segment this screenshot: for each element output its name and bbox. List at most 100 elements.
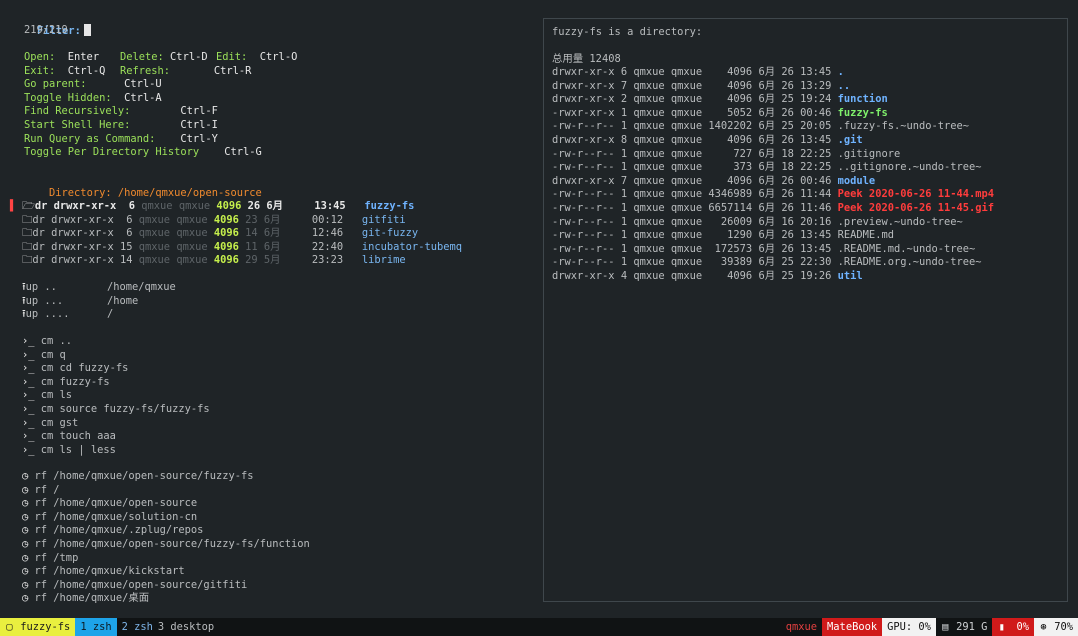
entry-date: 11 6月 [245,240,281,253]
preview-name: .preview.~undo-tree~ [837,215,963,228]
history-command[interactable]: ›_ cm source fuzzy-fs/fuzzy-fs [22,403,210,417]
cpu-usage: ⊛ 70% [1033,618,1078,636]
history-cmd: cm [34,348,60,361]
directory-entry[interactable]: 🗁dr drwxr-xr-x 6 qmxue qmxue 4096 26 6月 … [22,200,414,214]
entry-links: 6 [122,200,142,212]
keybinding-action: Delete: [120,51,164,63]
session-name[interactable]: ▢ fuzzy-fs [0,618,76,636]
entry-mode: dr drwxr-xr-x [32,213,120,226]
recent-cmd: rf [28,524,54,537]
history-arg: touch aaa [59,430,116,443]
preview-meta: -rw-r--r-- 1 qmxue qmxue 727 6月 18 22:25 [552,147,838,160]
preview-row: drwxr-xr-x 6 qmxue qmxue 4096 6月 26 13:4… [552,66,844,80]
preview-name: util [837,270,863,282]
keybinding-action: Exit: [24,64,56,77]
recent-directory[interactable]: ◷ rf /home/qmxue/open-source [22,497,197,511]
entry-name: incubator-tubemq [361,240,462,253]
preview-total: 总用量 12408 [552,53,621,65]
recent-directory[interactable]: ◷ rf /home/qmxue/.zplug/repos [22,524,203,538]
preview-row: -rw-r--r-- 1 qmxue qmxue 39389 6月 25 22:… [552,256,982,270]
history-command[interactable]: ›_ cm ls | less [22,444,116,458]
recent-directory[interactable]: ◷ rf /home/qmxue/open-source/fuzzy-fs/fu… [22,538,310,552]
entry-date: 23 6月 [245,213,281,226]
battery-icon: ▮ [998,621,1006,633]
parent-shortcut[interactable]: ⭱up .... / [22,308,113,322]
directory-entry[interactable]: 🗀dr drwxr-xr-x 15 qmxue qmxue 4096 11 6月… [22,241,462,255]
status-right: qmxue MateBook GPU: 0% ▤ 291 G ▮ 0% ⊛ 70… [781,618,1078,636]
preview-name: fuzzy-fs [837,106,888,119]
preview-name: .README.org.~undo-tree~ [837,256,982,269]
preview-name: Peek 2020-06-26 11-45.gif [837,202,995,214]
recent-directory[interactable]: ◷ rf /home/qmxue/open-source/gitfiti [22,579,247,593]
keybinding-key: Ctrl-A [111,91,162,104]
recent-directory[interactable]: ◷ rf /tmp [22,552,78,566]
recent-directory[interactable]: ◷ rf /home/qmxue/kickstart [22,565,185,579]
preview-meta: -rw-r--r-- 1 qmxue qmxue 172573 6月 26 13… [552,242,838,255]
keybinding-action: Open: [24,51,56,63]
directory-entry[interactable]: 🗀dr drwxr-xr-x 14 qmxue qmxue 4096 29 5月… [22,254,406,268]
preview-row: drwxr-xr-x 4 qmxue qmxue 4096 6月 25 19:2… [552,270,863,284]
recent-directory[interactable]: ◷ rf /home/qmxue/open-source/fuzzy-fs [22,470,253,484]
entry-name: librime [361,254,406,267]
terminal-icon: ›_ [22,430,35,443]
parent-shortcut[interactable]: ⭱up .. /home/qmxue [22,281,176,295]
history-cmd: cm [34,416,60,429]
window-tab-2[interactable]: 2 zsh [117,618,158,636]
keybinding-key: Ctrl-Q [55,64,106,77]
preview-row: drwxr-xr-x 2 qmxue qmxue 4096 6月 25 19:2… [552,93,888,107]
window-tab-1[interactable]: 1 zsh [75,618,117,636]
filter-count: 219/219 [24,24,68,36]
preview-name: ..gitignore.~undo-tree~ [837,161,982,174]
entry-time: 23:23 [280,254,362,267]
filter-prompt[interactable]: Filter: [12,10,91,37]
preview-meta: -rw-r--r-- 1 qmxue qmxue 4346989 6月 26 1… [552,188,838,201]
preview-name: .fuzzy-fs.~undo-tree~ [837,120,970,133]
preview-row: -rwxr-xr-x 1 qmxue qmxue 5052 6月 26 00:4… [552,107,888,121]
parent-shortcut[interactable]: ⭱up ... /home [22,295,138,309]
directory-entry[interactable]: 🗀dr drwxr-xr-x 6 qmxue qmxue 4096 23 6月 … [22,214,406,228]
recent-directory[interactable]: ◷ rf /home/qmxue/桌面 [22,592,149,606]
shortcut-cmd: up [25,281,45,293]
preview-meta: drwxr-xr-x 6 qmxue qmxue 4096 6月 26 13:4… [552,66,838,78]
preview-name: README.md [837,229,894,242]
preview-name: .gitignore [837,147,901,160]
preview-name: .README.md.~undo-tree~ [837,242,976,255]
history-command[interactable]: ›_ cm .. [22,335,72,349]
entry-user: qmxue [141,200,179,212]
history-command[interactable]: ›_ cm fuzzy-fs [22,376,110,390]
preview-meta: -rw-r--r-- 1 qmxue qmxue 6657114 6月 26 1… [552,202,838,214]
entry-user: qmxue [138,227,177,240]
folder-icon: 🗀 [22,213,33,226]
recent-directory[interactable]: ◷ rf / [22,484,60,498]
recent-path: /home/qmxue/.zplug/repos [53,524,204,537]
session-label: fuzzy-fs [20,621,71,633]
preview-name: Peek 2020-06-26 11-44.mp4 [837,188,995,201]
keybinding-action: Start Shell Here: [24,119,131,131]
keybinding-item: Open: Enter [24,51,99,65]
history-command[interactable]: ›_ cm touch aaa [22,430,116,444]
directory-entry[interactable]: 🗀dr drwxr-xr-x 6 qmxue qmxue 4096 14 6月 … [22,227,418,241]
history-arg: cd fuzzy-fs [59,362,129,375]
cpu-value: 70% [1054,621,1073,633]
preview-meta: drwxr-xr-x 7 qmxue qmxue 4096 6月 26 13:2… [552,79,838,92]
recent-cmd: rf [28,470,54,482]
terminal-icon: ›_ [22,335,35,347]
history-arg: fuzzy-fs [59,375,110,388]
keybinding-item: Delete: Ctrl-D [120,51,208,65]
recent-cmd: rf [28,510,54,523]
history-command[interactable]: ›_ cm ls [22,389,72,403]
preview-meta: -rw-r--r-- 1 qmxue qmxue 26009 6月 16 20:… [552,215,838,228]
folder-icon: 🗀 [22,227,33,240]
window-tab-3[interactable]: 3 desktop [158,618,219,636]
history-command[interactable]: ›_ cm gst [22,417,78,431]
recent-directory[interactable]: ◷ rf /home/qmxue/solution-cn [22,511,197,525]
entry-group: qmxue [178,200,217,212]
keybinding-item: Find Recursively: Ctrl-F [24,105,218,119]
keybinding-item: Toggle Per Directory History Ctrl-G [24,146,262,160]
keybinding-action: Run Query as Command: [24,132,156,145]
history-command[interactable]: ›_ cm cd fuzzy-fs [22,362,128,376]
preview-meta: -rw-r--r-- 1 qmxue qmxue 39389 6月 25 22:… [552,256,838,269]
history-command[interactable]: ›_ cm q [22,349,66,363]
disk-usage: ▤ 291 G [936,618,993,636]
preview-row: -rw-r--r-- 1 qmxue qmxue 1402202 6月 25 2… [552,120,969,134]
